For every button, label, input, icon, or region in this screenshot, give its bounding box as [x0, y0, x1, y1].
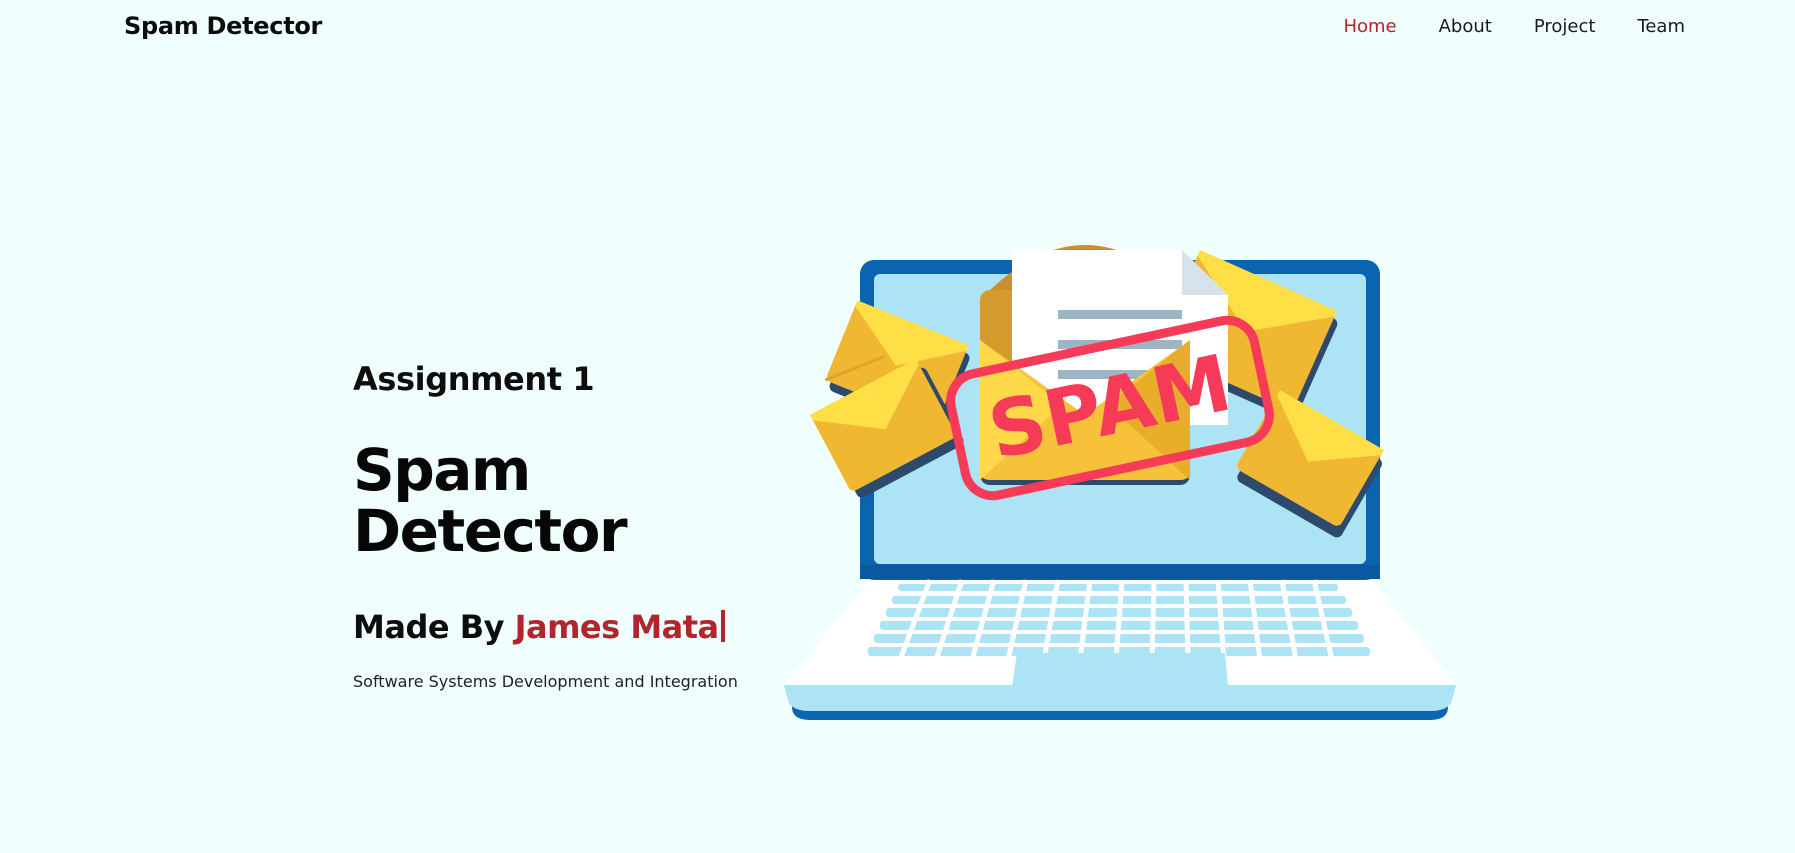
nav-link-about[interactable]: About: [1439, 16, 1492, 37]
nav-links: Home About Project Team: [1343, 16, 1685, 37]
nav-link-home[interactable]: Home: [1343, 16, 1396, 37]
course-name: Software Systems Development and Integra…: [353, 671, 738, 691]
hero-title: Spam Detector: [353, 436, 628, 565]
nav-link-project[interactable]: Project: [1534, 16, 1596, 37]
typing-caret: [720, 609, 725, 642]
hero-section: Assignment 1 Spam Detector Made By James…: [353, 360, 813, 691]
author-name: James Mata: [514, 607, 720, 646]
made-by-line: Made By James Mata: [353, 608, 813, 646]
brand-logo[interactable]: Spam Detector: [124, 12, 322, 40]
nav-link-team[interactable]: Team: [1637, 16, 1685, 37]
hero-subtitle: Assignment 1: [353, 360, 595, 398]
spam-illustration: SPAM: [784, 245, 1456, 720]
made-by-prefix: Made By: [353, 607, 504, 646]
navbar: Spam Detector Home About Project Team: [0, 0, 1795, 56]
